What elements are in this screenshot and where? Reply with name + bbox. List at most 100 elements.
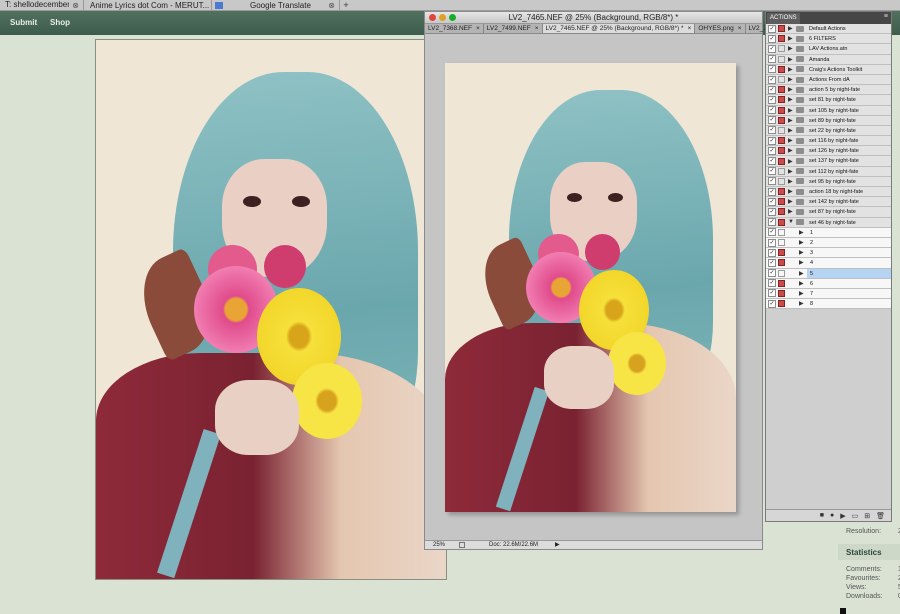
status-menu-arrow-icon[interactable]: ▶ xyxy=(555,541,560,550)
dialog-toggle-icon[interactable] xyxy=(778,167,785,175)
action-set-row[interactable]: ✓ ▶ set 112 by night-fate xyxy=(766,166,891,177)
action-set-row[interactable]: ✓ ▶ set 142 by night-fate xyxy=(766,197,891,208)
toggle-item-checkbox[interactable]: ✓ xyxy=(768,218,776,227)
play-icon[interactable]: ▶ xyxy=(840,512,845,520)
action-step-row[interactable]: ✓ ▶ 3 xyxy=(766,248,891,259)
action-set-row[interactable]: ✓ ▼ set 46 by night-fate xyxy=(766,217,891,228)
actions-tab[interactable]: ACTIONS xyxy=(767,13,800,24)
toggle-item-checkbox[interactable]: ✓ xyxy=(768,258,776,267)
new-set-icon[interactable]: ▭ xyxy=(852,512,859,520)
expand-triangle-icon[interactable]: ▶ xyxy=(788,198,796,205)
action-set-row[interactable]: ✓ ▶ action 5 by night-fate xyxy=(766,85,891,96)
expand-triangle-icon[interactable]: ▶ xyxy=(799,300,807,307)
record-icon[interactable]: ● xyxy=(830,512,834,519)
action-set-row[interactable]: ✓ ▶ set 116 by night-fate xyxy=(766,136,891,147)
close-tab-icon[interactable]: ⊗ xyxy=(72,0,79,11)
dialog-toggle-icon[interactable] xyxy=(778,279,785,287)
new-tab-button[interactable]: + xyxy=(340,0,352,10)
expand-triangle-icon[interactable]: ▶ xyxy=(799,229,807,236)
dialog-toggle-icon[interactable] xyxy=(778,208,785,216)
delete-icon[interactable]: 🗑 xyxy=(876,512,885,520)
dialog-toggle-icon[interactable] xyxy=(778,86,785,94)
dialog-toggle-icon[interactable] xyxy=(778,177,785,185)
toggle-item-checkbox[interactable]: ✓ xyxy=(768,126,776,135)
dialog-toggle-icon[interactable] xyxy=(778,289,785,297)
dialog-toggle-icon[interactable] xyxy=(778,269,785,277)
status-icon[interactable] xyxy=(459,542,465,548)
dialog-toggle-icon[interactable] xyxy=(778,106,785,114)
toggle-item-checkbox[interactable]: ✓ xyxy=(768,197,776,206)
action-set-row[interactable]: ✓ ▶ set 89 by night-fate xyxy=(766,115,891,126)
browser-tab[interactable]: Google Translate ⊗ xyxy=(212,0,340,11)
action-set-row[interactable]: ✓ ▶ action 18 by night-fate xyxy=(766,187,891,198)
action-set-row[interactable]: ✓ ▶ 6 FILTERS xyxy=(766,34,891,45)
expand-triangle-icon[interactable]: ▶ xyxy=(788,35,796,42)
action-set-row[interactable]: ✓ ▶ set 126 by night-fate xyxy=(766,146,891,157)
expand-triangle-icon[interactable]: ▶ xyxy=(788,188,796,195)
toggle-item-checkbox[interactable]: ✓ xyxy=(768,248,776,257)
dialog-toggle-icon[interactable] xyxy=(778,126,785,134)
action-step-row[interactable]: ✓ ▶ 8 xyxy=(766,299,891,310)
dialog-toggle-icon[interactable] xyxy=(778,188,785,196)
expand-triangle-icon[interactable]: ▶ xyxy=(788,66,796,73)
toggle-item-checkbox[interactable]: ✓ xyxy=(768,228,776,237)
action-step-row[interactable]: ✓ ▶ 1 xyxy=(766,227,891,238)
deviation-image[interactable] xyxy=(95,39,447,580)
dialog-toggle-icon[interactable] xyxy=(778,228,785,236)
dialog-toggle-icon[interactable] xyxy=(778,45,785,53)
action-step-row[interactable]: ✓ ▶ 7 xyxy=(766,288,891,300)
toggle-item-checkbox[interactable]: ✓ xyxy=(768,299,776,308)
toggle-item-checkbox[interactable]: ✓ xyxy=(768,157,776,166)
toggle-item-checkbox[interactable]: ✓ xyxy=(768,65,776,74)
expand-triangle-icon[interactable]: ▶ xyxy=(799,270,807,277)
dialog-toggle-icon[interactable] xyxy=(778,35,785,43)
doc-tab[interactable]: OHYES.png × xyxy=(695,24,746,33)
toggle-item-checkbox[interactable]: ✓ xyxy=(768,167,776,176)
expand-triangle-icon[interactable]: ▶ xyxy=(788,147,796,154)
dialog-toggle-icon[interactable] xyxy=(778,239,785,247)
action-set-row[interactable]: ✓ ▶ set 105 by night-fate xyxy=(766,105,891,116)
toggle-item-checkbox[interactable]: ✓ xyxy=(768,75,776,84)
toggle-item-checkbox[interactable]: ✓ xyxy=(768,24,776,33)
action-set-row[interactable]: ✓ ▶ Amanda xyxy=(766,54,891,65)
zoom-level[interactable]: 25% xyxy=(433,541,445,550)
expand-triangle-icon[interactable]: ▶ xyxy=(788,107,796,114)
dialog-toggle-icon[interactable] xyxy=(778,25,785,33)
expand-triangle-icon[interactable]: ▶ xyxy=(788,137,796,144)
toggle-item-checkbox[interactable]: ✓ xyxy=(768,207,776,216)
expand-triangle-icon[interactable]: ▶ xyxy=(788,127,796,134)
action-step-row[interactable]: ✓ ▶ 5 xyxy=(766,268,891,279)
toggle-item-checkbox[interactable]: ✓ xyxy=(768,85,776,94)
action-step-row[interactable]: ✓ ▶ 4 xyxy=(766,258,891,269)
expand-triangle-icon[interactable]: ▶ xyxy=(788,158,796,165)
dialog-toggle-icon[interactable] xyxy=(778,76,785,84)
toggle-item-checkbox[interactable]: ✓ xyxy=(768,289,776,298)
expand-triangle-icon[interactable]: ▶ xyxy=(799,259,807,266)
toggle-item-checkbox[interactable]: ✓ xyxy=(768,187,776,196)
doc-tab-active[interactable]: LV2_7465.NEF @ 25% (Background, RGB/8*) … xyxy=(542,24,696,33)
expand-triangle-icon[interactable]: ▶ xyxy=(799,280,807,287)
window-titlebar[interactable]: LV2_7465.NEF @ 25% (Background, RGB/8*) … xyxy=(425,12,762,24)
toggle-item-checkbox[interactable]: ✓ xyxy=(768,34,776,43)
expand-triangle-icon[interactable]: ▶ xyxy=(788,117,796,124)
action-set-row[interactable]: ✓ ▶ LAV Actions.atn xyxy=(766,44,891,55)
dialog-toggle-icon[interactable] xyxy=(778,259,785,267)
dialog-toggle-icon[interactable] xyxy=(778,300,785,308)
expand-triangle-icon[interactable]: ▶ xyxy=(799,249,807,256)
toggle-item-checkbox[interactable]: ✓ xyxy=(768,44,776,53)
expand-triangle-icon[interactable]: ▶ xyxy=(799,290,807,297)
document-canvas[interactable] xyxy=(445,63,736,512)
dialog-toggle-icon[interactable] xyxy=(778,55,785,63)
expand-triangle-icon[interactable]: ▶ xyxy=(788,208,796,215)
expand-triangle-icon[interactable]: ▶ xyxy=(799,239,807,246)
action-set-row[interactable]: ✓ ▶ Craig's Actions Toolkit xyxy=(766,64,891,75)
browser-tab[interactable]: Anime Lyrics dot Com - MERUT... ⊗ xyxy=(84,0,212,11)
toggle-item-checkbox[interactable]: ✓ xyxy=(768,116,776,125)
dialog-toggle-icon[interactable] xyxy=(778,116,785,124)
toggle-item-checkbox[interactable]: ✓ xyxy=(768,146,776,155)
dialog-toggle-icon[interactable] xyxy=(778,137,785,145)
toggle-item-checkbox[interactable]: ✓ xyxy=(768,279,776,288)
expand-triangle-icon[interactable]: ▶ xyxy=(788,178,796,185)
action-set-row[interactable]: ✓ ▶ set 81 by night-fate xyxy=(766,95,891,106)
dialog-toggle-icon[interactable] xyxy=(778,96,785,104)
